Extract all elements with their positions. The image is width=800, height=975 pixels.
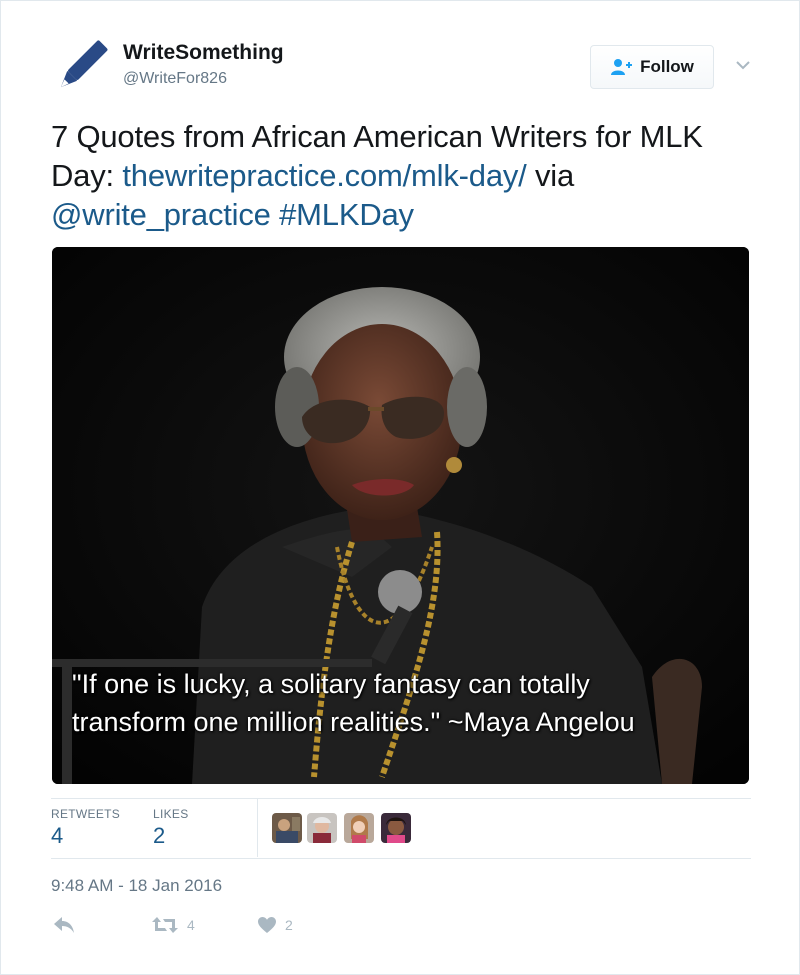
quote-line: transform one million realities." ~Maya … — [72, 707, 635, 737]
avatar — [344, 813, 374, 843]
follow-button[interactable]: Follow — [590, 45, 714, 89]
tweet-timestamp[interactable]: 9:48 AM - 18 Jan 2016 — [51, 876, 222, 896]
liker-avatar[interactable] — [272, 813, 302, 843]
stats-separator — [257, 799, 258, 857]
retweets-label[interactable]: RETWEETS — [51, 807, 120, 821]
retweet-button[interactable]: 4 — [151, 913, 195, 937]
likes-label[interactable]: LIKES — [153, 807, 189, 821]
liker-avatar[interactable] — [307, 813, 337, 843]
likes-count[interactable]: 2 — [153, 823, 165, 849]
quote-line: "If one is lucky, a solitary fantasy can… — [72, 669, 590, 699]
user-handle[interactable]: @WriteFor826 — [123, 70, 227, 88]
avatar — [272, 813, 302, 843]
retweets-count[interactable]: 4 — [51, 823, 63, 849]
retweet-action-count: 4 — [187, 917, 195, 933]
hashtag-link[interactable]: #MLKDay — [279, 197, 414, 232]
stats-divider-top — [51, 798, 751, 799]
image-quote-caption: "If one is lucky, a solitary fantasy can… — [72, 665, 742, 741]
tweet-link[interactable]: thewritepractice.com/mlk-day/ — [122, 158, 526, 193]
avatar — [307, 813, 337, 843]
tweet-media-image[interactable]: "If one is lucky, a solitary fantasy can… — [52, 247, 749, 784]
follow-button-label: Follow — [640, 57, 694, 76]
tweet-text-part — [271, 197, 279, 232]
avatar — [381, 813, 411, 843]
user-display-name[interactable]: WriteSomething — [123, 41, 284, 65]
tweet-card: WriteSomething @WriteFor826 Follow 7 Quo… — [0, 0, 800, 975]
retweet-icon — [152, 917, 178, 933]
tweet-text: 7 Quotes from African American Writers f… — [51, 117, 761, 234]
liker-avatar[interactable] — [381, 813, 411, 843]
stats-divider-bottom — [51, 858, 751, 859]
pen-icon — [60, 40, 108, 88]
user-avatar[interactable] — [51, 39, 109, 97]
like-button[interactable]: 2 — [257, 913, 293, 937]
mention-link[interactable]: @write_practice — [51, 197, 271, 232]
like-action-count: 2 — [285, 917, 293, 933]
heart-icon — [258, 917, 276, 933]
reply-icon — [54, 917, 74, 933]
chevron-down-icon[interactable] — [734, 58, 752, 72]
add-user-icon — [611, 59, 633, 75]
liker-avatar[interactable] — [344, 813, 374, 843]
tweet-text-part: via — [526, 158, 575, 193]
reply-button[interactable] — [53, 913, 75, 937]
